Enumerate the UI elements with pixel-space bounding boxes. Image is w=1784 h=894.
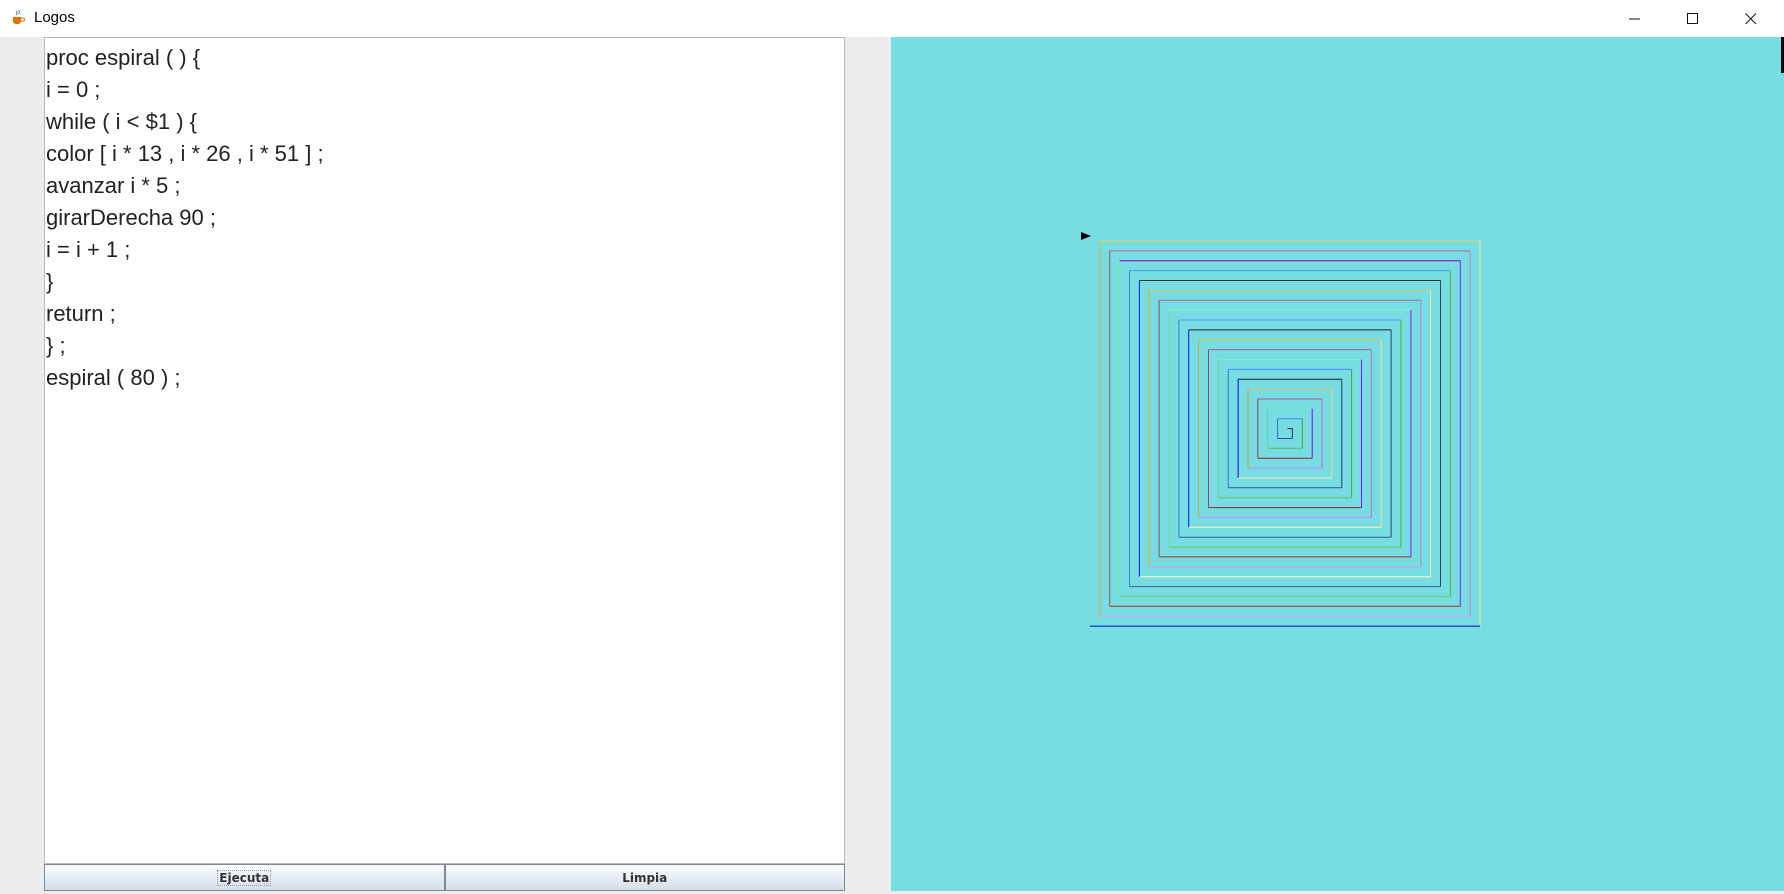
close-button[interactable] [1722,0,1780,37]
title-bar: Logos [0,0,1784,37]
code-line: color [ i * 13 , i * 26 , i * 51 ] ; [46,141,324,166]
code-line: } ; [46,333,66,358]
maximize-button[interactable] [1664,0,1722,37]
close-icon [1745,12,1757,24]
window-title: Logos [34,9,75,26]
turtle-drawing [1081,232,1481,627]
code-line: i = i + 1 ; [46,237,131,262]
java-cup-icon [10,9,26,25]
code-line: i = 0 ; [46,77,101,102]
code-line: } [46,269,54,294]
button-bar: Ejecuta Limpia [44,864,845,892]
turtle-arrow-icon [1081,232,1091,240]
code-line: girarDerecha 90 ; [46,205,216,230]
left-gutter [0,37,44,894]
code-line: proc espiral ( ) { [46,45,201,70]
spiral-path [1090,240,1481,627]
code-line: avanzar i * 5 ; [46,173,181,198]
minimize-button[interactable] [1606,0,1664,37]
code-line: return ; [46,301,116,326]
clear-button[interactable]: Limpia [444,864,845,891]
code-line: espiral ( 80 ) ; [46,365,181,390]
drawing-canvas[interactable] [891,37,1784,891]
content-frame: proc espiral ( ) { i = 0 ; while ( i < $… [0,37,1784,894]
maximize-icon [1687,12,1698,24]
code-editor[interactable]: proc espiral ( ) { i = 0 ; while ( i < $… [44,37,845,864]
clear-button-label: Limpia [622,870,668,885]
run-button[interactable]: Ejecuta [44,864,445,891]
minimize-icon [1629,18,1640,19]
code-line: while ( i < $1 ) { [46,109,198,134]
run-button-label: Ejecuta [217,869,272,886]
splitter[interactable] [845,37,891,894]
